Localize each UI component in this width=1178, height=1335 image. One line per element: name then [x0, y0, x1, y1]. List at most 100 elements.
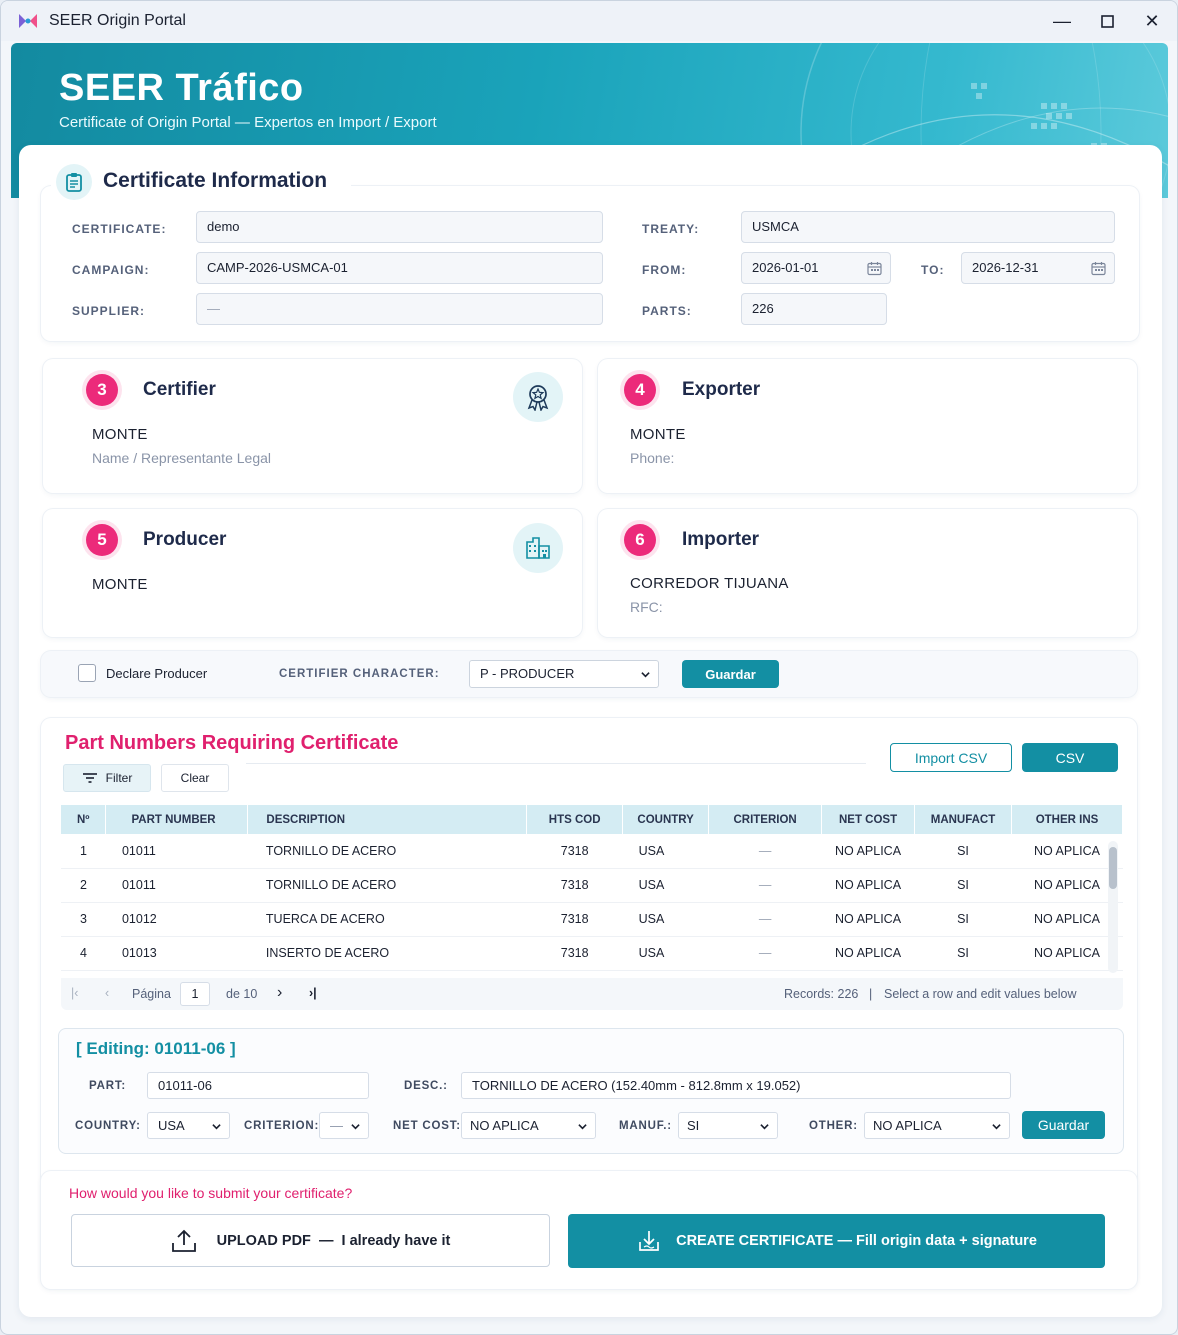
table-cell: NO APLICA — [1011, 834, 1123, 869]
other-label: OTHER: — [809, 1120, 858, 1132]
table-cell: NO APLICA — [1011, 936, 1123, 971]
column-header[interactable]: DESCRIPTION — [247, 805, 528, 834]
upload-icon — [171, 1229, 196, 1252]
manuf-select[interactable]: SI — [678, 1112, 778, 1139]
certificate-label: CERTIFICATE: — [72, 222, 167, 236]
pager-hint: Select a row and edit values below — [884, 987, 1077, 1001]
minimize-button[interactable]: — — [1045, 7, 1079, 35]
country-select[interactable]: USA — [147, 1112, 230, 1139]
page-input[interactable]: 1 — [180, 982, 210, 1006]
part-input[interactable]: 01011-06 — [147, 1072, 369, 1099]
certifier-character-select[interactable]: P - PRODUCER — [469, 660, 659, 688]
table-cell: 01013 — [105, 936, 248, 971]
calendar-icon[interactable] — [867, 261, 882, 276]
to-date-field[interactable]: 2026-12-31 — [961, 252, 1115, 284]
table-cell: 01012 — [105, 902, 248, 937]
prev-page-button[interactable]: ‹ — [105, 986, 109, 1000]
importer-subtitle: RFC: — [630, 599, 663, 615]
part-label: PART: — [89, 1080, 127, 1092]
table-row[interactable]: 3 01012 TUERCA DE ACERO 7318 USA — NO APLICA SI… — [61, 902, 1123, 937]
parts-label: PARTS: — [642, 304, 692, 318]
certifier-title: Certifier — [143, 379, 216, 400]
save-character-button[interactable]: Guardar — [682, 660, 779, 688]
certificate-field[interactable]: demo — [196, 211, 603, 243]
table-cell: — — [708, 902, 822, 937]
create-certificate-button[interactable]: CREATE CERTIFICATE — Fill origin data + … — [568, 1214, 1105, 1268]
criterion-value: — — [330, 1118, 343, 1133]
table-cell: USA — [622, 868, 709, 903]
scrollbar-thumb[interactable] — [1109, 847, 1117, 889]
certifier-card: 3 Certifier MONTE Name / Representante L… — [43, 359, 582, 493]
net-cost-select[interactable]: NO APLICA — [461, 1112, 596, 1139]
exporter-title: Exporter — [682, 379, 761, 400]
table-cell: USA — [622, 902, 709, 937]
table-cell: 7318 — [526, 868, 623, 903]
step-badge: 5 — [86, 524, 118, 556]
table-scrollbar[interactable] — [1108, 841, 1118, 973]
column-header[interactable]: NET COST — [821, 805, 916, 834]
declare-producer-checkbox[interactable] — [78, 664, 96, 682]
column-header[interactable]: COUNTRY — [622, 805, 710, 834]
other-value: NO APLICA — [873, 1118, 942, 1133]
close-button[interactable]: ✕ — [1135, 7, 1169, 35]
table-cell: 7318 — [526, 936, 623, 971]
first-page-button[interactable]: |‹ — [71, 986, 78, 1000]
column-header[interactable]: MANUFACT — [914, 805, 1012, 834]
table-row[interactable]: 4 01013 INSERTO DE ACERO 7318 USA — NO APLICA S… — [61, 936, 1123, 971]
records-count: Records: 226 — [784, 987, 859, 1001]
net-cost-label: NET COST: — [393, 1120, 461, 1132]
table-header-row: Nº PART NUMBER DESCRIPTION HTS COD COUNT… — [61, 805, 1123, 834]
csv-button[interactable]: CSV — [1022, 743, 1118, 772]
column-header[interactable]: Nº — [61, 805, 107, 834]
certificate-info-title: Certificate Information — [103, 169, 328, 192]
maximize-button[interactable] — [1090, 7, 1124, 35]
country-label: COUNTRY: — [75, 1120, 141, 1132]
factory-icon — [513, 523, 563, 573]
next-page-button[interactable]: › — [277, 984, 282, 1002]
chevron-down-icon — [641, 672, 650, 678]
desc-input[interactable]: TORNILLO DE ACERO (152.40mm - 812.8mm x … — [461, 1072, 1011, 1099]
producer-name: MONTE — [92, 576, 148, 593]
supplier-field[interactable]: — — [196, 293, 603, 325]
chevron-down-icon — [212, 1124, 221, 1130]
table-cell: INSERTO DE ACERO — [247, 936, 527, 971]
column-header[interactable]: HTS COD — [526, 805, 624, 834]
table-row[interactable]: 1 01011 TORNILLO DE ACERO 7318 USA — NO APLICA… — [61, 834, 1123, 869]
filter-button[interactable]: Filter — [63, 764, 151, 792]
app-logo-icon — [19, 14, 37, 28]
table-row[interactable]: 2 01011 TORNILLO DE ACERO 7318 USA — NO APLICA… — [61, 868, 1123, 903]
column-header[interactable]: CRITERION — [708, 805, 823, 834]
title-bar: SEER Origin Portal — ✕ — [1, 1, 1177, 41]
treaty-field[interactable]: USMCA — [741, 211, 1115, 243]
table-cell: 4 — [61, 936, 106, 971]
table-cell: 3 — [61, 902, 106, 937]
save-part-button[interactable]: Guardar — [1022, 1111, 1105, 1139]
filter-label: Filter — [105, 771, 133, 785]
parts-field[interactable]: 226 — [741, 293, 887, 325]
parts-table: Nº PART NUMBER DESCRIPTION HTS COD COUNT… — [61, 805, 1123, 971]
last-page-button[interactable]: ›| — [309, 986, 317, 1000]
exporter-name: MONTE — [630, 426, 686, 443]
column-header[interactable]: OTHER INS — [1011, 805, 1123, 834]
chevron-down-icon — [760, 1124, 769, 1130]
criterion-label: CRITERION: — [244, 1120, 320, 1132]
upload-pdf-button[interactable]: UPLOAD PDF — I already have it — [71, 1214, 550, 1267]
supplier-label: SUPPLIER: — [72, 304, 146, 318]
import-csv-button[interactable]: Import CSV — [890, 743, 1012, 772]
clear-button[interactable]: Clear — [161, 764, 229, 792]
submit-question: How would you like to submit your certif… — [69, 1185, 353, 1201]
window-title: SEER Origin Portal — [49, 12, 186, 29]
other-select[interactable]: NO APLICA — [864, 1112, 1010, 1139]
from-date-field[interactable]: 2026-01-01 — [741, 252, 891, 284]
chevron-down-icon — [578, 1124, 587, 1130]
country-value: USA — [158, 1118, 185, 1133]
to-date-value: 2026-12-31 — [972, 260, 1039, 275]
column-header[interactable]: PART NUMBER — [105, 805, 249, 834]
table-cell: SI — [914, 868, 1012, 903]
criterion-select[interactable]: — — [319, 1112, 369, 1139]
certifier-name: MONTE — [92, 426, 148, 443]
calendar-icon[interactable] — [1091, 261, 1106, 276]
from-date-value: 2026-01-01 — [752, 260, 819, 275]
campaign-field[interactable]: CAMP-2026-USMCA-01 — [196, 252, 603, 284]
table-cell: TUERCA DE ACERO — [247, 902, 527, 937]
